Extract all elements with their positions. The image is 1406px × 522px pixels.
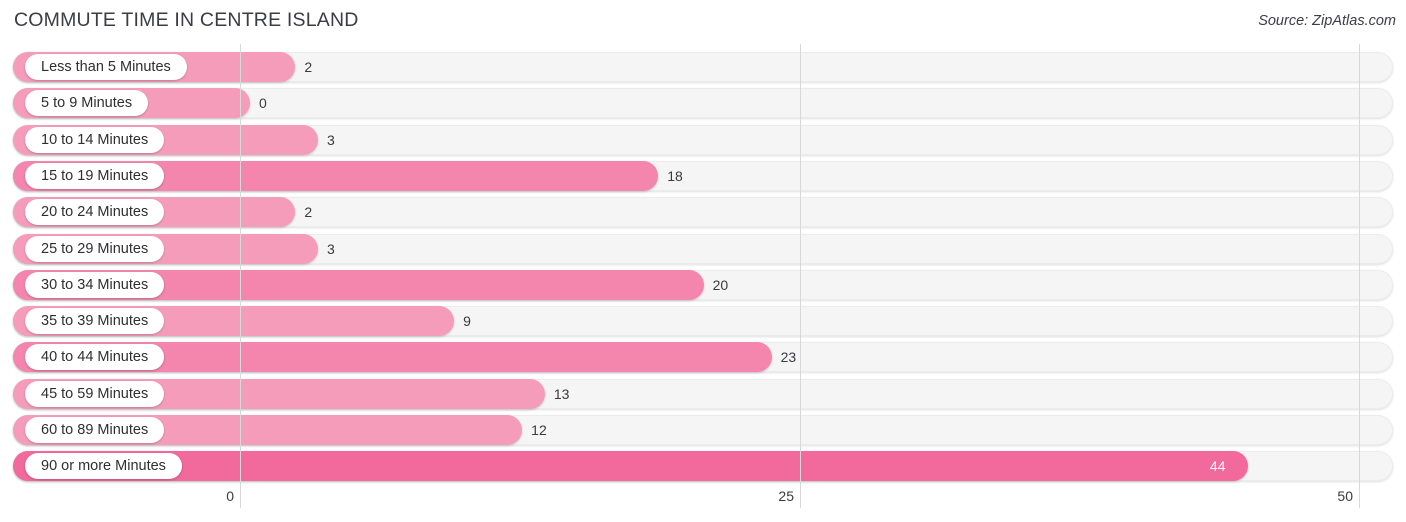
bar-row: 5 to 9 Minutes 0 [13, 88, 1393, 119]
axis-tick-mark [240, 482, 241, 508]
bar-value-label: 2 [304, 204, 313, 221]
chart-header: COMMUTE TIME IN CENTRE ISLAND Source: Zi… [0, 0, 1406, 44]
chart-container: COMMUTE TIME IN CENTRE ISLAND Source: Zi… [0, 0, 1406, 522]
bar-row: 40 to 44 Minutes 23 [13, 342, 1393, 373]
axis-tick-label: 25 [778, 488, 794, 504]
bar-value-label: 12 [531, 422, 547, 438]
bar-category-label: 30 to 34 Minutes [25, 271, 165, 298]
bar-value-label: 2 [304, 59, 313, 75]
bar-row: 25 to 29 Minutes 3 [13, 233, 1393, 264]
bar-rows: Less than 5 Minutes 2 5 to 9 Minutes 0 10 to… [0, 44, 1406, 482]
bar-row: 10 to 14 Minutes 3 [13, 124, 1393, 155]
bar-row: 15 to 19 Minutes 18 [13, 160, 1393, 191]
bar[interactable] [13, 451, 1248, 482]
bar-value-label: 3 [327, 131, 335, 148]
bar-category-label: 25 to 29 Minutes [25, 235, 165, 262]
axis-tick-label: 50 [1337, 488, 1353, 504]
bar-row: 60 to 89 Minutes 12 [13, 415, 1393, 445]
bar-row: 20 to 24 Minutes 2 [13, 197, 1393, 228]
bar-row: 90 or more Minutes 44 [13, 451, 1393, 482]
bar-category-label: 5 to 9 Minutes [25, 90, 149, 117]
bar-value-label: 44 [1209, 458, 1226, 475]
page-title: COMMUTE TIME IN CENTRE ISLAND [14, 9, 359, 31]
bar-value-label: 20 [712, 276, 729, 293]
bar-category-label: 15 to 19 Minutes [25, 162, 165, 189]
bar-category-label: 10 to 14 Minutes [25, 126, 165, 153]
bar-category-label: Less than 5 Minutes [25, 54, 187, 80]
bar-category-label: 45 to 59 Minutes [25, 380, 165, 407]
axis-tick-mark [1359, 482, 1360, 508]
bar-category-label: 35 to 39 Minutes [25, 308, 165, 335]
bar-value-label: 13 [553, 385, 570, 402]
axis-tick-label: 0 [226, 488, 234, 504]
plot-area: Less than 5 Minutes 2 5 to 9 Minutes 0 10 to… [0, 44, 1406, 482]
bar-value-label: 0 [259, 95, 267, 112]
bar-row: Less than 5 Minutes 2 [13, 52, 1393, 82]
x-axis: 0 25 50 [0, 482, 1406, 522]
bar-value-label: 23 [780, 349, 797, 366]
bar-category-label: 90 or more Minutes [25, 453, 182, 480]
bar-category-label: 60 to 89 Minutes [25, 417, 165, 443]
axis-tick-mark [800, 482, 801, 508]
bar-value-label: 3 [327, 240, 335, 257]
source-attribution: Source: ZipAtlas.com [1258, 13, 1396, 29]
bar-row: 30 to 34 Minutes 20 [13, 269, 1393, 300]
bar-category-label: 40 to 44 Minutes [25, 344, 165, 371]
bar-category-label: 20 to 24 Minutes [25, 199, 165, 226]
bar-value-label: 9 [463, 313, 471, 330]
bar-row: 35 to 39 Minutes 9 [13, 306, 1393, 337]
bar-row: 45 to 59 Minutes 13 [13, 378, 1393, 409]
bar-value-label: 18 [667, 167, 683, 184]
